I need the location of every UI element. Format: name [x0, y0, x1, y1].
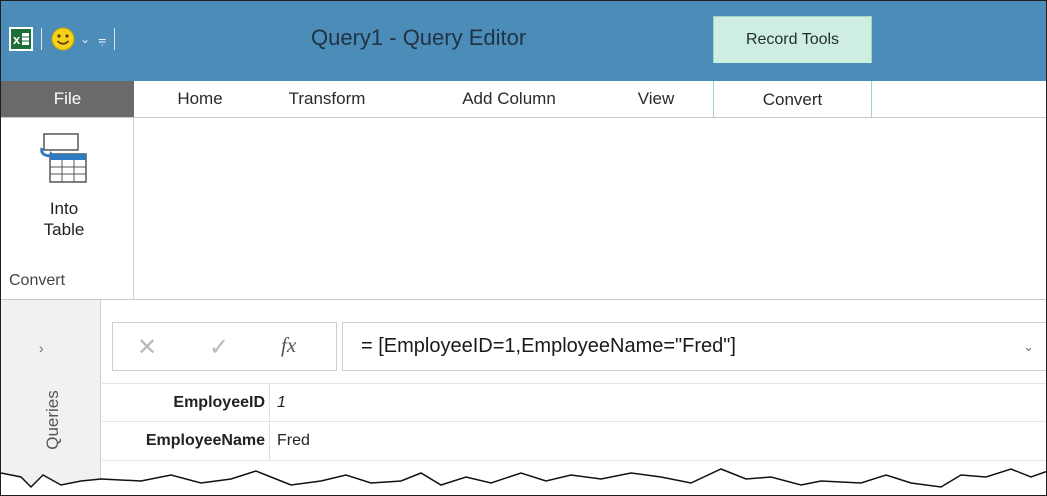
ribbon-tabs: File Home Transform Add Column View Conv… — [1, 81, 1046, 118]
qat-separator — [41, 28, 42, 50]
ribbon: Into Table Convert — [1, 117, 1046, 300]
chevron-right-icon[interactable]: › — [39, 340, 44, 356]
formula-bar: ✕ ✓ fx = [EmployeeID=1,EmployeeName="Fre… — [112, 322, 1046, 371]
into-table-label-line1: Into — [49, 199, 79, 218]
excel-icon[interactable]: x — [9, 27, 33, 51]
into-table-label: Into Table — [29, 198, 99, 240]
ribbon-group-convert: Into Table Convert — [1, 118, 134, 300]
tab-view[interactable]: View — [606, 81, 706, 117]
tab-add-column[interactable]: Add Column — [428, 81, 590, 117]
fx-icon[interactable]: fx — [281, 333, 296, 358]
into-table-label-line2: Table — [43, 220, 85, 239]
ribbon-group-label: Convert — [9, 272, 66, 289]
qat-separator — [114, 28, 116, 50]
record-row: EmployeeID 1 — [102, 383, 1046, 422]
torn-edge — [1, 468, 1046, 495]
formula-input[interactable]: = [EmployeeID=1,EmployeeName="Fred"] ⌄ — [342, 322, 1046, 371]
tab-convert[interactable]: Convert — [713, 81, 872, 118]
tab-transform[interactable]: Transform — [261, 81, 393, 117]
into-table-button[interactable]: Into Table — [29, 132, 99, 240]
close-icon[interactable]: ✕ — [137, 333, 157, 362]
smiley-dropdown-icon[interactable]: ⌄ — [80, 32, 90, 46]
record-field-name: EmployeeID — [102, 384, 270, 422]
record-field-value[interactable]: Fred — [277, 422, 310, 460]
tab-home[interactable]: Home — [148, 81, 252, 117]
chevron-down-icon[interactable]: ⌄ — [1023, 339, 1034, 355]
into-table-icon — [40, 133, 87, 183]
contextual-tab-group-label: Record Tools — [713, 16, 872, 63]
svg-text:x: x — [13, 32, 21, 47]
formula-text: = [EmployeeID=1,EmployeeName="Fred"] — [361, 335, 736, 357]
query-editor-window: x ⌄ ⩦ Query1 - Query Editor Record Tools… — [0, 0, 1047, 496]
title-bar: x ⌄ ⩦ Query1 - Query Editor Record Tools — [1, 1, 1046, 81]
record-row: EmployeeName Fred — [102, 422, 1046, 461]
queries-pane-label[interactable]: Queries — [43, 390, 63, 450]
smiley-icon[interactable] — [50, 26, 76, 52]
quick-access-toolbar: x ⌄ ⩦ — [9, 21, 116, 57]
formula-bar-buttons: ✕ ✓ fx — [112, 322, 337, 371]
customize-qat-icon[interactable]: ⩦ — [98, 31, 106, 48]
window-title: Query1 - Query Editor — [311, 25, 527, 50]
record-field-value[interactable]: 1 — [277, 384, 286, 422]
record-field-name: EmployeeName — [102, 422, 270, 460]
check-icon[interactable]: ✓ — [209, 333, 229, 362]
tab-file[interactable]: File — [1, 81, 134, 117]
record-view: EmployeeID 1 EmployeeName Fred — [102, 383, 1046, 461]
